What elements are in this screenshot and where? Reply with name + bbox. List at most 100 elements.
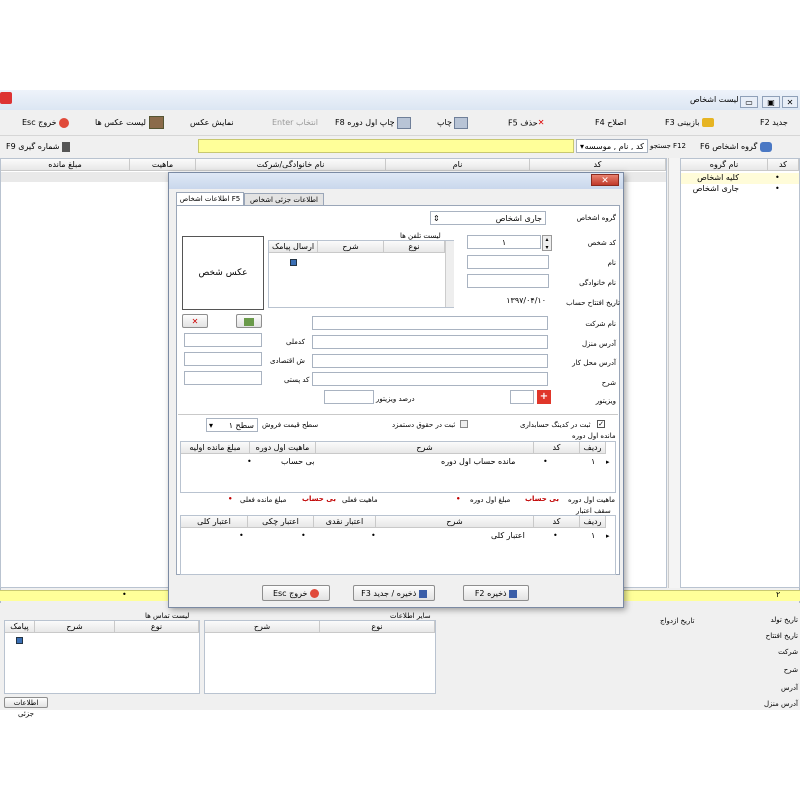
- opening-col-desc[interactable]: شرح: [316, 442, 534, 454]
- details-tab[interactable]: اطلاعات جزئی: [4, 697, 48, 718]
- add-visitor-button[interactable]: +: [537, 390, 551, 404]
- visitor-field[interactable]: [510, 390, 534, 404]
- family-name-field[interactable]: [467, 274, 549, 288]
- refresh-button[interactable]: بازبینی F3: [665, 114, 715, 132]
- save-icon: [418, 589, 427, 598]
- group-table[interactable]: [680, 158, 800, 588]
- home-address-field-label: آدرس منزل: [581, 340, 616, 348]
- contacts-col-type[interactable]: نوع: [115, 621, 199, 633]
- group-row-name: جاری اشخاص: [692, 184, 739, 193]
- group-row[interactable]: • جاری اشخاص: [681, 184, 799, 195]
- person-group-select[interactable]: جاری اشخاص ⇕: [430, 211, 546, 225]
- delete-button[interactable]: ✕حذف F5: [508, 114, 544, 132]
- acc-coding-label: ثبت در کدینگ حسابداری: [520, 421, 591, 429]
- col-name[interactable]: نام: [386, 159, 530, 171]
- search-input[interactable]: [198, 139, 574, 153]
- chevron-down-icon: ▾: [209, 421, 214, 430]
- national-id-label: کدملی: [286, 338, 305, 346]
- exit-button[interactable]: خروج Esc: [22, 114, 70, 132]
- national-id-field[interactable]: [184, 333, 262, 347]
- phones-scrollbar[interactable]: [445, 241, 454, 307]
- econ-no-label: ش اقتصادی: [270, 357, 305, 365]
- save-new-button[interactable]: ذخیره / جدید F3: [353, 585, 435, 601]
- group-button[interactable]: گروه اشخاص F6: [700, 138, 772, 156]
- print-opening-button[interactable]: چاپ اول دوره F8: [335, 114, 412, 132]
- select-enter-button[interactable]: انتخاب Enter: [272, 114, 318, 132]
- credit-row[interactable]: ۱ • اعتبار کلی • • •: [181, 530, 615, 542]
- sms-checkbox[interactable]: [16, 637, 23, 644]
- credit-col-row[interactable]: ردیف: [580, 516, 606, 528]
- close-button[interactable]: ✕: [782, 96, 798, 108]
- count-button[interactable]: شماره گیری F9: [6, 138, 71, 156]
- opening-col-code[interactable]: کد: [534, 442, 580, 454]
- vertical-scrollbar[interactable]: [668, 158, 680, 588]
- opening-col-nature[interactable]: ماهیت اول دوره: [250, 442, 316, 454]
- amount-current-value: •: [228, 495, 233, 503]
- tab-person-info[interactable]: اطلاعات اشخاص F5: [176, 192, 244, 205]
- phone-sms-checkbox[interactable]: [290, 259, 297, 266]
- group-row[interactable]: • کلیه اشخاص: [681, 173, 799, 184]
- credit-col-cheque[interactable]: اعتبار چکی: [248, 516, 314, 528]
- opening-title: مانده اول دوره: [572, 432, 616, 440]
- chevron-down-icon: ▾: [580, 142, 585, 151]
- company-field-label: نام شرکت: [585, 320, 616, 328]
- edit-button[interactable]: اصلاح F4: [595, 114, 626, 132]
- show-photo-button[interactable]: نمایش عکس: [190, 114, 234, 132]
- payroll-checkbox[interactable]: [460, 420, 468, 428]
- postal-code-field[interactable]: [184, 371, 262, 385]
- edit-label: اصلاح F4: [595, 118, 627, 127]
- col-family[interactable]: نام خانوادگی/شرکت: [196, 159, 386, 171]
- price-level-select[interactable]: سطح ۱ ▾: [206, 418, 258, 432]
- credit-col-total[interactable]: اعتبار کلی: [181, 516, 248, 528]
- dialog-exit-button[interactable]: خروج Esc: [262, 585, 330, 601]
- visitor-percent-field[interactable]: [324, 390, 374, 404]
- opening-row[interactable]: ۱ • مانده حساب اول دوره بی حساب •: [181, 456, 615, 468]
- credit-col-code[interactable]: کد: [534, 516, 580, 528]
- search-mode-select[interactable]: کد , نام , موسسه ▾: [576, 139, 648, 153]
- work-address-label: آدرس محل کار: [572, 359, 616, 367]
- econ-no-field[interactable]: [184, 352, 262, 366]
- minimize-button[interactable]: ▭: [740, 96, 758, 108]
- home-address-field[interactable]: [312, 335, 548, 349]
- count-label: شماره گیری F9: [6, 142, 60, 151]
- open-date-field[interactable]: ۱۳۹۷/۰۴/۱۰: [467, 294, 549, 308]
- remove-photo-button[interactable]: ✕: [182, 314, 208, 328]
- other-col-desc[interactable]: شرح: [205, 621, 320, 633]
- phones-col-sms[interactable]: ارسال پیامک: [269, 241, 318, 253]
- person-photo[interactable]: عکس شخص: [182, 236, 264, 310]
- credit-col-desc[interactable]: شرح: [376, 516, 534, 528]
- credit-col-cash[interactable]: اعتبار نقدی: [314, 516, 376, 528]
- load-photo-button[interactable]: [236, 314, 262, 328]
- print-button[interactable]: چاپ: [437, 114, 469, 132]
- contacts-col-sms[interactable]: پیامک: [5, 621, 35, 633]
- work-address-field[interactable]: [312, 354, 548, 368]
- company-field[interactable]: [312, 316, 548, 330]
- code-stepper[interactable]: ▴ ▾: [542, 235, 552, 251]
- acc-coding-checkbox[interactable]: ✓: [597, 420, 605, 428]
- window-title: لیست اشخاص: [690, 95, 739, 104]
- credit-row-cash: •: [371, 531, 376, 540]
- description-field[interactable]: [312, 372, 548, 386]
- col-balance[interactable]: مبلغ مانده: [1, 159, 130, 171]
- person-code-field[interactable]: ۱: [467, 235, 541, 249]
- phones-col-desc[interactable]: شرح: [318, 241, 384, 253]
- restore-button[interactable]: ▣: [762, 96, 780, 108]
- details-tab-label: اطلاعات جزئی: [13, 699, 39, 718]
- opening-row-desc: مانده حساب اول دوره: [441, 457, 516, 466]
- contacts-col-desc[interactable]: شرح: [35, 621, 115, 633]
- other-col-type[interactable]: نوع: [320, 621, 435, 633]
- save-button[interactable]: ذخیره F2: [463, 585, 529, 601]
- new-button[interactable]: جدید F2: [760, 114, 788, 132]
- dialog-close-button[interactable]: ✕: [591, 174, 619, 186]
- col-nature[interactable]: ماهیت: [130, 159, 196, 171]
- group-col-name[interactable]: نام گروه: [681, 159, 768, 171]
- photo-list-button[interactable]: لیست عکس ها: [95, 114, 164, 132]
- group-col-code[interactable]: کد: [768, 159, 799, 171]
- opening-col-amount[interactable]: مبلغ مانده اولیه: [181, 442, 250, 454]
- first-name-field[interactable]: [467, 255, 549, 269]
- opening-col-row[interactable]: ردیف: [580, 442, 606, 454]
- dialog-exit-label: خروج Esc: [272, 589, 308, 598]
- phones-col-type[interactable]: نوع: [384, 241, 445, 253]
- print-opening-label: چاپ اول دوره F8: [335, 118, 395, 127]
- col-code[interactable]: کد: [530, 159, 666, 171]
